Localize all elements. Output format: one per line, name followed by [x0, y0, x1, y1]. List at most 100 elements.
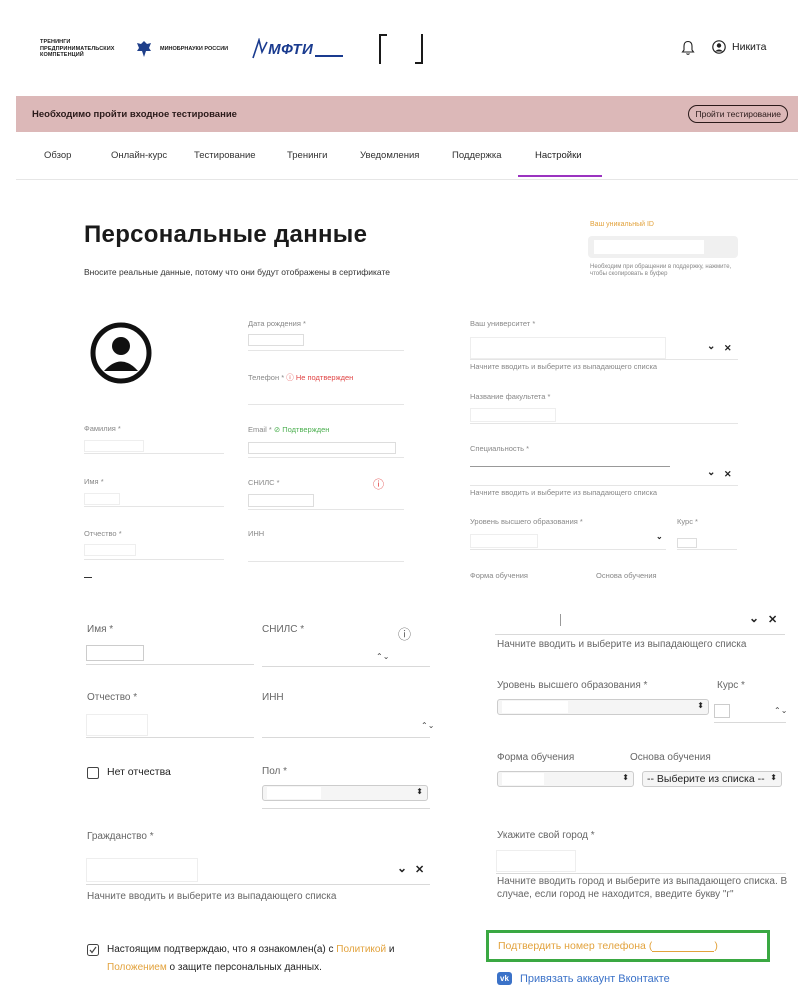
chevron-down-icon[interactable]: ⌄ [707, 341, 715, 352]
confirm-phone-button[interactable]: Подтвердить номер телефона () [486, 930, 770, 962]
uid-label: Ваш уникальный ID [590, 221, 654, 228]
chevron-down-icon[interactable]: ⌄ [749, 611, 759, 625]
clear-icon[interactable]: ✕ [768, 613, 777, 626]
uid-field[interactable] [588, 236, 738, 258]
study-form-label-2: Форма обучения [497, 752, 575, 763]
user-menu[interactable]: Никита [712, 40, 766, 54]
spinner-icon[interactable]: ⌃⌄ [774, 706, 787, 715]
name-input-2[interactable] [86, 645, 144, 661]
phone-number-redacted [652, 940, 715, 952]
tab-settings[interactable]: Настройки [535, 150, 582, 161]
email-input[interactable] [248, 457, 404, 458]
user-name: Никита [732, 41, 767, 53]
avatar-icon[interactable] [90, 322, 152, 384]
mfti-underline [315, 55, 344, 57]
select-arrows-icon: ⬍ [416, 787, 423, 796]
course-label: Курс * [677, 517, 698, 526]
citizenship-input[interactable] [86, 858, 198, 882]
tab-notifications[interactable]: Уведомления [360, 150, 419, 161]
faculty-input[interactable] [470, 423, 738, 424]
consent-checkbox-icon[interactable] [87, 944, 99, 956]
patronymic-label: Отчество * [84, 529, 122, 538]
study-form-select[interactable]: ⬍ [497, 771, 634, 787]
specialty-hint: Начните вводить и выберите из выпадающег… [470, 488, 658, 497]
name-input[interactable] [84, 506, 224, 507]
name-label: Имя * [84, 477, 104, 486]
snils-input[interactable] [248, 509, 404, 510]
chevron-down-icon: ⌄ [656, 532, 663, 541]
inn-label-2: ИНН [262, 692, 284, 703]
surname-input[interactable] [84, 453, 224, 454]
chevron-down-icon[interactable]: ⌄ [397, 861, 407, 875]
city-hint-line1: Начните вводить город и выберите из выпа… [497, 876, 788, 887]
city-hint-line2: случае, если город не находится, введите… [497, 889, 734, 900]
course-label-2: Курс * [717, 680, 745, 691]
university-input[interactable] [470, 337, 666, 359]
tab-online-course[interactable]: Онлайн-курс [111, 150, 167, 161]
page-title: Персональные данные [84, 221, 368, 248]
clear-icon[interactable]: ✕ [724, 469, 732, 480]
edu-level-select[interactable] [470, 534, 538, 548]
user-circle-icon [712, 40, 726, 54]
spinner-icon[interactable]: ⌃⌄ [421, 721, 434, 730]
name-label-2: Имя * [87, 624, 114, 635]
trening-logo[interactable]: ТРЕНИНГИ ПРЕДПРИНИМАТЕЛЬСКИХ КОМПЕТЕНЦИЙ [40, 39, 120, 59]
chevron-down-icon[interactable]: ⌄ [707, 467, 715, 478]
phone-label: Телефон * ⓘ Не подтвержден [248, 373, 354, 382]
select-arrows-icon: ⬍ [622, 773, 629, 782]
email-label: Email * ⊘ Подтвержден [248, 425, 330, 434]
surname-label: Фамилия * [84, 424, 121, 433]
no-patronymic-checkbox[interactable] [87, 767, 99, 779]
patronymic-input[interactable] [84, 559, 224, 560]
tab-overview[interactable]: Обзор [44, 150, 71, 161]
consent-text-line1: Настоящим подтверждаю, что я ознакомлен(… [107, 944, 395, 955]
specialty-input[interactable] [470, 485, 738, 486]
tab-testing[interactable]: Тестирование [194, 150, 256, 161]
clear-icon[interactable]: ✕ [415, 863, 424, 876]
no-patronymic-label: Нет отчества [107, 766, 171, 778]
link-vk-account[interactable]: vk Привязать аккаунт Вконтакте [497, 972, 670, 985]
university-input-2[interactable] [495, 634, 785, 635]
study-basis-label-2: Основа обучения [630, 752, 711, 763]
top-header: ТРЕНИНГИ ПРЕДПРИНИМАТЕЛЬСКИХ КОМПЕТЕНЦИЙ… [0, 0, 798, 95]
no-patronymic-checkbox[interactable] [84, 577, 92, 578]
tab-trainings[interactable]: Тренинги [287, 150, 327, 161]
patronymic-input-2[interactable] [86, 714, 148, 736]
bracket-logo [379, 34, 424, 64]
citizenship-label: Гражданство * [87, 831, 154, 842]
take-test-button[interactable]: Пройти тестирование [688, 105, 788, 123]
eagle-emblem-icon [137, 41, 151, 57]
regulation-link[interactable]: Положением [107, 962, 167, 973]
phone-status: Не подтвержден [295, 373, 354, 382]
check-circle-icon: ⊘ [273, 425, 281, 434]
spinner-icon[interactable]: ⌃⌄ [376, 652, 389, 661]
course-input-2[interactable] [714, 704, 730, 718]
tab-support[interactable]: Поддержка [452, 150, 502, 161]
clear-icon[interactable]: ✕ [724, 343, 732, 354]
study-form-label: Форма обучения [470, 571, 528, 580]
mfti-mark-icon [252, 38, 268, 59]
inn-input-2[interactable] [262, 737, 430, 738]
bell-icon[interactable] [681, 40, 695, 56]
university-label: Ваш университет * [470, 319, 536, 328]
study-basis-label: Основа обучения [596, 571, 657, 580]
study-basis-select[interactable]: -- Выберите из списка -- ⬍ [642, 771, 782, 787]
select-arrows-icon: ⬍ [697, 701, 704, 710]
gender-label: Пол * [262, 766, 288, 777]
email-status: Подтвержден [282, 425, 330, 434]
edu-level-label: Уровень высшего образования * [470, 517, 583, 526]
policy-link[interactable]: Политикой [336, 944, 386, 955]
inn-label: ИНН [248, 529, 265, 538]
course-input[interactable] [677, 538, 697, 548]
main-nav: Обзор Онлайн-курс Тестирование Тренинги … [16, 142, 798, 180]
city-input[interactable] [496, 850, 576, 872]
university-hint: Начните вводить и выберите из выпадающег… [470, 362, 658, 371]
gender-select[interactable]: ⬍ [262, 785, 428, 801]
snils-input-2[interactable] [262, 666, 430, 667]
uid-help: Необходим при обращении в поддержку, наж… [590, 264, 732, 277]
inn-input[interactable] [248, 561, 404, 562]
edu-level-select-2[interactable]: ⬍ [497, 699, 709, 715]
phone-input[interactable] [248, 404, 404, 405]
university-hint-2: Начните вводить и выберите из выпадающег… [497, 639, 747, 650]
birth-date-input[interactable] [248, 350, 404, 351]
